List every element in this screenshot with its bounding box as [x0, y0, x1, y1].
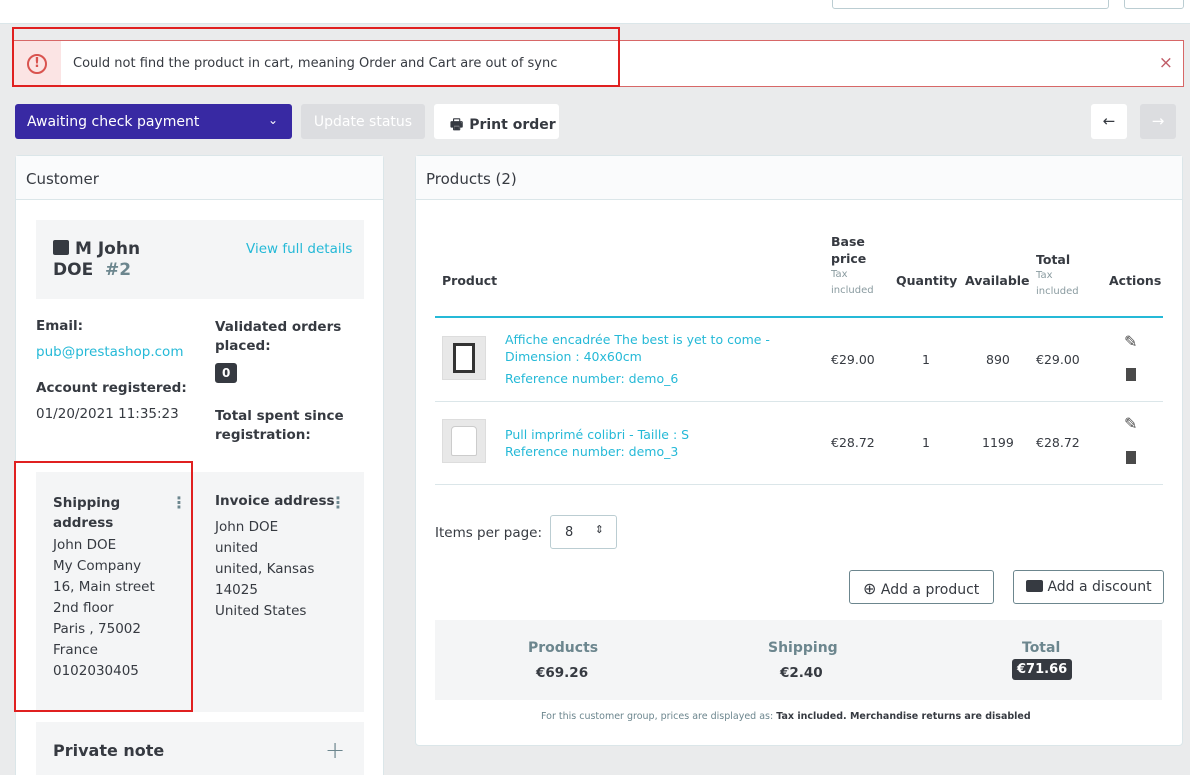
total-spent-label: Total spent since registration:: [215, 408, 344, 443]
summary-total-value: €71.66: [1012, 659, 1073, 680]
product-quantity: 1: [922, 352, 930, 367]
footnote-bold: Tax included. Merchandise returns are di…: [776, 711, 1031, 722]
col-total-sub: Tax included: [1036, 270, 1079, 297]
invoice-line: united: [215, 540, 259, 556]
contact-card-icon: [53, 240, 69, 255]
plus-icon[interactable]: +: [325, 736, 345, 764]
order-summary: Products €69.26 Shipping €2.40 Total €71…: [435, 620, 1162, 700]
validated-orders-count: 0: [215, 363, 238, 383]
product-thumbnail: [442, 336, 486, 380]
top-input-fragment[interactable]: [832, 0, 1109, 9]
col-base-price-sub: Tax included: [831, 269, 874, 296]
summary-total-label: Total: [1022, 640, 1061, 656]
invoice-address-lines: John DOE united united, Kansas 14025 Uni…: [215, 517, 314, 622]
framed-poster-icon: [453, 343, 475, 373]
highlight-box-shipping: [14, 461, 193, 712]
col-quantity: Quantity: [896, 273, 958, 288]
plus-circle-icon: ⊕: [863, 579, 877, 598]
col-product: Product: [442, 273, 498, 288]
product-name-link[interactable]: Pull imprimé colibri - Taille : S: [505, 426, 825, 443]
invoice-address-menu-icon[interactable]: ⋮: [330, 495, 346, 511]
col-base-price: Base price Tax included: [831, 233, 891, 299]
account-registered-date: 01/20/2021 11:35:23: [36, 406, 179, 422]
items-per-page-label: Items per page:: [435, 525, 543, 541]
add-product-button[interactable]: ⊕ Add a product: [849, 570, 994, 604]
product-name-link[interactable]: Affiche encadrée The best is yet to come…: [505, 331, 825, 365]
col-total: Total Tax included: [1036, 251, 1086, 300]
add-product-label: Add a product: [880, 582, 980, 598]
private-note-box[interactable]: Private note +: [36, 722, 364, 775]
edit-pencil-icon[interactable]: ✎: [1124, 414, 1137, 433]
email-label: Email:: [36, 318, 84, 334]
print-order-label: Print order: [469, 117, 556, 133]
invoice-line: united, Kansas: [215, 561, 315, 577]
customer-name-line1: M John: [75, 239, 141, 259]
col-available: Available: [965, 273, 1030, 288]
product-quantity: 1: [922, 435, 930, 450]
col-total-label: Total: [1036, 252, 1071, 267]
summary-shipping-label: Shipping: [768, 640, 838, 656]
col-actions: Actions: [1109, 273, 1162, 288]
pricing-footnote: For this customer group, prices are disp…: [541, 711, 1031, 722]
add-discount-button[interactable]: Add a discount: [1013, 570, 1164, 604]
product-available: 890: [986, 352, 1010, 367]
ticket-icon: [1026, 580, 1043, 592]
validated-orders-count-badge: 0: [215, 363, 238, 383]
add-discount-label: Add a discount: [1047, 579, 1152, 595]
order-status-value: Awaiting check payment: [27, 114, 200, 130]
customer-name-box: M John DOE #2 View full details: [36, 220, 364, 299]
view-full-details-link[interactable]: View full details: [246, 241, 352, 257]
printer-icon: 🖶: [450, 117, 464, 133]
validated-orders-label: Validated orders placed:: [215, 319, 342, 354]
invoice-line: 14025: [215, 582, 258, 598]
trash-icon[interactable]: [1126, 451, 1136, 464]
summary-shipping-value: €2.40: [780, 665, 823, 681]
invoice-address-title: Invoice address: [215, 493, 335, 509]
product-reference: Reference number: demo_3: [505, 444, 679, 459]
sweater-icon: [451, 426, 477, 456]
edit-pencil-icon[interactable]: ✎: [1124, 332, 1137, 351]
footnote-prefix: For this customer group, prices are disp…: [541, 711, 777, 722]
customer-card-header: Customer: [16, 156, 383, 200]
private-note-title: Private note: [53, 741, 165, 760]
update-status-button[interactable]: Update status: [301, 104, 425, 139]
items-per-page-select[interactable]: 8 ⇕: [550, 515, 617, 549]
products-card-header: Products (2): [416, 156, 1182, 200]
top-button-fragment[interactable]: [1124, 0, 1184, 9]
items-per-page-value: 8: [565, 525, 574, 540]
invoice-line: John DOE: [215, 519, 279, 535]
product-price: €29.00: [831, 352, 875, 367]
account-registered-label: Account registered:: [36, 380, 187, 396]
arrow-right-icon: →: [1151, 112, 1165, 130]
product-total: €29.00: [1036, 352, 1080, 367]
product-price: €28.72: [831, 435, 875, 450]
summary-products-value: €69.26: [536, 665, 589, 681]
row-separator: [435, 401, 1163, 402]
summary-products-label: Products: [528, 640, 599, 656]
customer-name: M John DOE #2: [53, 239, 140, 281]
trash-icon[interactable]: [1126, 368, 1136, 381]
customer-id: #2: [105, 260, 132, 280]
close-icon[interactable]: ×: [1159, 53, 1173, 73]
arrow-left-icon: ←: [1102, 112, 1116, 130]
header-underline: [435, 316, 1163, 318]
invoice-line: United States: [215, 603, 307, 619]
product-reference: Reference number: demo_6: [505, 371, 679, 386]
customer-email-link[interactable]: pub@prestashop.com: [36, 344, 183, 360]
sort-arrows-icon: ⇕: [594, 523, 604, 536]
order-status-select[interactable]: Awaiting check payment ⌄: [15, 104, 292, 139]
product-available: 1199: [982, 435, 1014, 450]
next-order-button[interactable]: →: [1140, 104, 1176, 139]
highlight-box-alert: [12, 27, 620, 87]
print-order-button[interactable]: 🖶 Print order: [434, 104, 559, 139]
chevron-down-icon: ⌄: [267, 113, 278, 127]
row-separator: [435, 484, 1163, 485]
customer-name-line2: DOE: [53, 260, 94, 280]
product-total: €28.72: [1036, 435, 1080, 450]
col-base-price-label: Base price: [831, 234, 867, 266]
product-thumbnail: [442, 419, 486, 463]
previous-order-button[interactable]: ←: [1091, 104, 1127, 139]
